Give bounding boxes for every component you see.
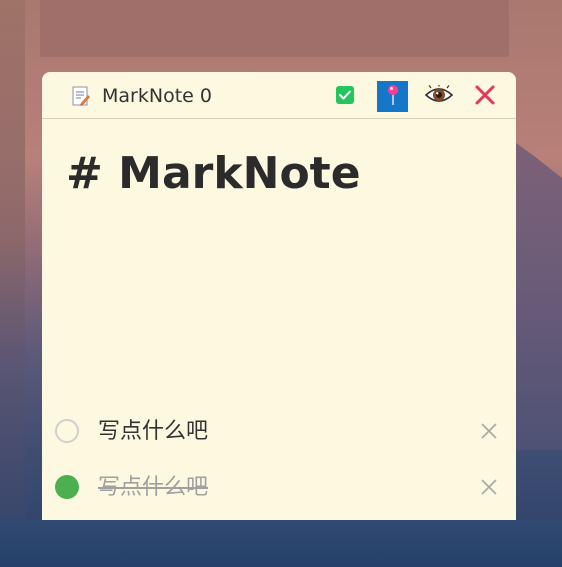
close-icon: [481, 423, 497, 439]
todo-item: 写点什么吧: [42, 468, 516, 508]
window-title: MarkNote 0: [102, 85, 212, 107]
background-window: [40, 0, 509, 57]
todo-delete-button[interactable]: [478, 476, 500, 498]
todo-checkbox[interactable]: [55, 419, 79, 443]
wallpaper-bottom: [0, 520, 562, 567]
background-window-edge: [0, 0, 25, 520]
todo-toggle-button[interactable]: [329, 81, 360, 112]
title-bar[interactable]: MarkNote 0: [42, 72, 516, 119]
todo-text[interactable]: 写点什么吧: [98, 473, 208, 503]
marknote-window: MarkNote 0 # MarkNote 写点什么吧 写点什么吧: [42, 72, 516, 520]
checkbox-icon: [335, 85, 354, 108]
preview-button[interactable]: [423, 81, 454, 112]
todo-checkbox[interactable]: [55, 475, 79, 499]
close-icon: [475, 85, 495, 109]
eye-icon: [424, 83, 453, 109]
pin-button[interactable]: [377, 81, 408, 112]
note-app-icon: [72, 86, 90, 106]
close-button[interactable]: [469, 81, 500, 112]
todo-text[interactable]: 写点什么吧: [98, 417, 208, 447]
todo-item: 写点什么吧: [42, 412, 516, 452]
pin-icon: [386, 84, 400, 110]
note-heading[interactable]: # MarkNote: [66, 144, 361, 204]
close-icon: [481, 479, 497, 495]
todo-delete-button[interactable]: [478, 420, 500, 442]
